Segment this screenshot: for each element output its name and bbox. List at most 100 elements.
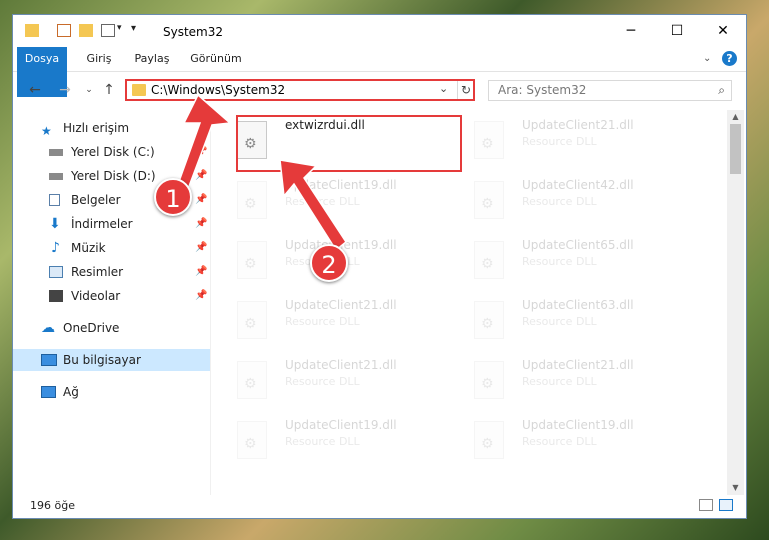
cloud-icon: ☁ <box>41 320 55 336</box>
up-button[interactable]: ↑ <box>99 80 119 100</box>
file-name: UpdateClient42.dll <box>522 178 634 192</box>
dll-file-icon: ⚙ <box>474 241 504 279</box>
file-type: Resource DLL <box>522 375 597 388</box>
pin-icon[interactable]: 📌 <box>195 237 207 259</box>
sidebar-item-label: Hızlı erişim <box>63 121 130 135</box>
vertical-scrollbar[interactable]: ▲ ▼ <box>727 110 744 495</box>
tab-share[interactable]: Paylaş <box>129 47 175 71</box>
file-name: UpdateClient21.dll <box>285 358 397 372</box>
file-name: UpdateClient65.dll <box>522 238 634 252</box>
videos-icon <box>49 290 63 302</box>
customize-toolbar-icon[interactable]: ▾ <box>131 23 136 34</box>
sidebar-item-videos[interactable]: Videolar 📌 <box>13 285 210 307</box>
list-item[interactable]: ⚙ UpdateClient19.dll Resource DLL <box>448 413 678 463</box>
dll-file-icon: ⚙ <box>237 241 267 279</box>
folder-icon <box>25 24 39 37</box>
download-icon: ⬇ <box>49 216 61 232</box>
sidebar-item-onedrive[interactable]: ☁ OneDrive <box>13 317 210 339</box>
forward-button[interactable]: → <box>55 80 75 100</box>
chevron-down-icon[interactable]: ▾ <box>117 23 122 33</box>
pin-icon[interactable]: 📌 <box>195 261 207 283</box>
computer-icon <box>41 354 57 366</box>
view-options-icon[interactable] <box>101 24 115 37</box>
scrollbar-thumb[interactable] <box>730 124 741 174</box>
back-button[interactable]: ← <box>25 80 45 100</box>
scroll-up-icon[interactable]: ▲ <box>727 110 744 124</box>
list-item[interactable]: ⚙ UpdateClient19.dll Resource DLL <box>211 413 441 463</box>
refresh-button[interactable]: ↻ <box>457 81 474 99</box>
large-icons-view-icon[interactable] <box>719 499 733 511</box>
file-type: Resource DLL <box>522 315 597 328</box>
sidebar-item-pictures[interactable]: Resimler 📌 <box>13 261 210 283</box>
list-item[interactable]: ⚙ UpdateClient42.dll Resource DLL <box>448 173 678 223</box>
file-name: UpdateClient21.dll <box>522 358 634 372</box>
sidebar-item-label: Ağ <box>63 385 79 399</box>
scroll-down-icon[interactable]: ▼ <box>727 481 744 495</box>
dll-file-icon: ⚙ <box>474 421 504 459</box>
item-count: 196 öğe <box>30 499 75 512</box>
file-type: Resource DLL <box>522 255 597 268</box>
file-name: UpdateClient21.dll <box>522 118 634 132</box>
list-item[interactable]: ⚙ UpdateClient21.dll Resource DLL <box>448 113 678 163</box>
file-type: Resource DLL <box>522 435 597 448</box>
explorer-window: ▾ ▾ System32 ─ ☐ ✕ Dosya Giriş Paylaş Gö… <box>13 15 746 518</box>
pin-icon[interactable]: 📌 <box>195 213 207 235</box>
file-type: Resource DLL <box>285 315 360 328</box>
arrow-annotation-2 <box>279 159 348 252</box>
maximize-button[interactable]: ☐ <box>654 15 700 47</box>
sidebar-item-label: Yerel Disk (C:) <box>71 145 155 159</box>
documents-icon <box>49 194 60 206</box>
tab-view[interactable]: Görünüm <box>185 47 247 71</box>
minimize-button[interactable]: ─ <box>608 15 654 47</box>
properties-icon[interactable] <box>57 24 71 37</box>
file-type: Resource DLL <box>285 435 360 448</box>
details-view-icon[interactable] <box>699 499 713 511</box>
drive-icon <box>49 149 63 156</box>
list-item[interactable]: ⚙ UpdateClient63.dll Resource DLL <box>448 293 678 343</box>
file-name: UpdateClient63.dll <box>522 298 634 312</box>
sidebar-item-label: Bu bilgisayar <box>63 353 141 367</box>
sidebar-item-label: Resimler <box>71 265 124 279</box>
file-type: Resource DLL <box>522 135 597 148</box>
sidebar-item-network[interactable]: Ağ <box>13 381 210 403</box>
network-icon <box>41 386 56 398</box>
dll-file-icon: ⚙ <box>474 181 504 219</box>
sidebar-item-label: Videolar <box>71 289 121 303</box>
search-box[interactable]: Ara: System32 ⌕ <box>488 80 732 101</box>
ribbon-tabs: Dosya Giriş Paylaş Görünüm ⌄ ? <box>13 47 746 97</box>
star-icon: ★ <box>41 124 52 138</box>
pin-icon[interactable]: 📌 <box>195 285 207 307</box>
pictures-icon <box>49 266 63 278</box>
drive-icon <box>49 173 63 180</box>
window-title: System32 <box>163 25 224 39</box>
address-dropdown-icon[interactable]: ⌄ <box>439 82 448 95</box>
folder-icon <box>132 84 146 96</box>
sidebar-item-label: Belgeler <box>71 193 121 207</box>
dll-file-icon: ⚙ <box>237 421 267 459</box>
recent-locations-button[interactable]: ⌄ <box>79 80 99 100</box>
list-item[interactable]: ⚙ UpdateClient21.dll Resource DLL <box>211 353 441 403</box>
list-item[interactable]: ⚙ UpdateClient65.dll Resource DLL <box>448 233 678 283</box>
sidebar-item-music[interactable]: ♪ Müzik 📌 <box>13 237 210 259</box>
close-button[interactable]: ✕ <box>700 15 746 47</box>
title-bar: ▾ ▾ System32 ─ ☐ ✕ <box>13 15 746 47</box>
tab-home[interactable]: Giriş <box>79 47 119 71</box>
dll-file-icon: ⚙ <box>474 301 504 339</box>
navigation-bar: ← → ⌄ ↑ C:\Windows\System32 ⌄ ↻ Ara: Sys… <box>13 72 746 108</box>
sidebar-item-label: OneDrive <box>63 321 120 335</box>
sidebar-item-this-pc[interactable]: Bu bilgisayar <box>13 349 210 371</box>
sidebar-item-label: Müzik <box>71 241 106 255</box>
dll-file-icon: ⚙ <box>474 361 504 399</box>
file-name: UpdateClient19.dll <box>522 418 634 432</box>
help-button[interactable]: ? <box>722 51 737 66</box>
music-icon: ♪ <box>51 240 60 256</box>
search-icon[interactable]: ⌕ <box>718 83 725 98</box>
sidebar-item-downloads[interactable]: ⬇ İndirmeler 📌 <box>13 213 210 235</box>
new-folder-icon[interactable] <box>79 24 93 37</box>
list-item[interactable]: ⚙ UpdateClient21.dll Resource DLL <box>448 353 678 403</box>
sidebar-item-label: İndirmeler <box>71 217 133 231</box>
expand-ribbon-icon[interactable]: ⌄ <box>703 53 711 64</box>
list-item[interactable]: ⚙ UpdateClient21.dll Resource DLL <box>211 293 441 343</box>
dll-file-icon: ⚙ <box>237 361 267 399</box>
dll-file-icon: ⚙ <box>474 121 504 159</box>
